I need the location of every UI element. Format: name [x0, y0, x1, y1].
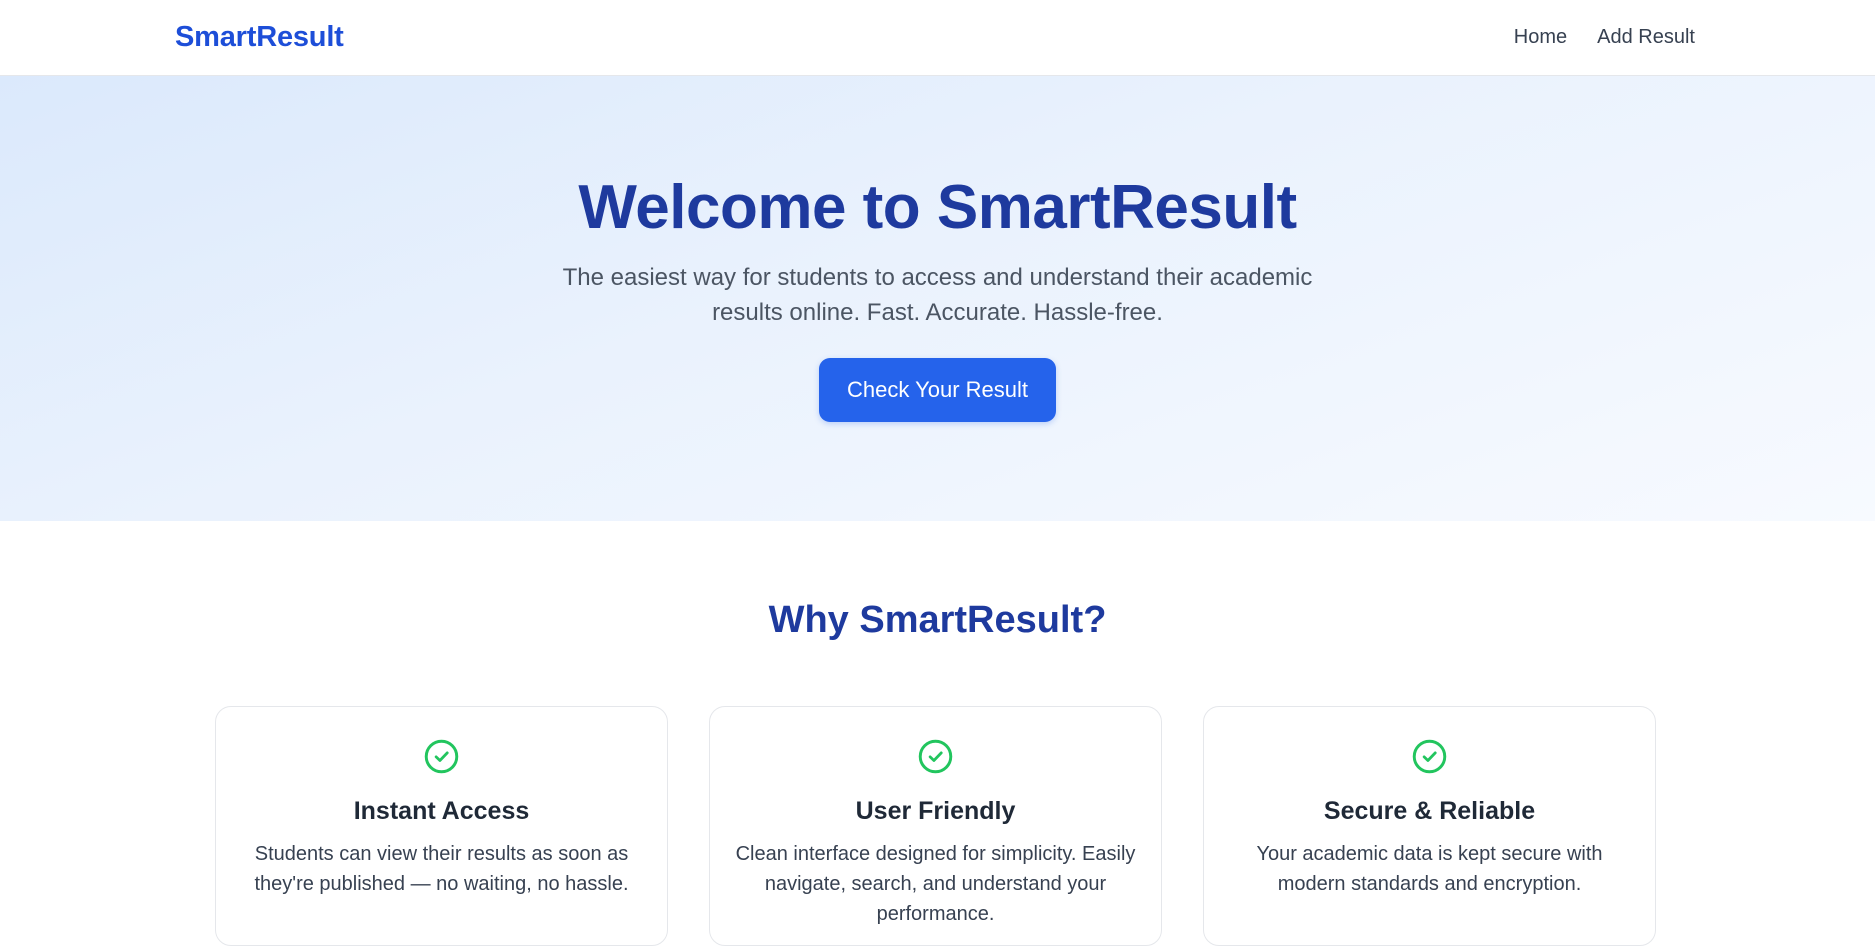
navbar: SmartResult Home Add Result	[0, 0, 1875, 76]
hero-section: Welcome to SmartResult The easiest way f…	[0, 76, 1875, 521]
check-result-button[interactable]: Check Your Result	[819, 358, 1056, 423]
feature-card-title: User Friendly	[855, 797, 1016, 825]
feature-card-user-friendly: User Friendly Clean interface designed f…	[709, 706, 1162, 946]
hero-subtitle: The easiest way for students to access a…	[562, 264, 1313, 327]
feature-card-text: Students can view their results as soon …	[254, 843, 629, 895]
feature-card-instant-access: Instant Access Students can view their r…	[215, 706, 668, 946]
check-circle-icon	[1412, 739, 1447, 774]
nav-link-add-result[interactable]: Add Result	[1597, 26, 1695, 49]
feature-card-text: Clean interface designed for simplicity.…	[735, 843, 1136, 925]
check-circle-icon	[424, 739, 459, 774]
feature-cards: Instant Access Students can view their r…	[215, 706, 1656, 946]
nav-link-home[interactable]: Home	[1514, 26, 1567, 49]
brand-logo[interactable]: SmartResult	[175, 21, 344, 54]
feature-card-title: Instant Access	[353, 797, 530, 825]
hero-title: Welcome to SmartResult	[578, 173, 1297, 242]
check-circle-icon	[918, 739, 953, 774]
feature-card-secure-reliable: Secure & Reliable Your academic data is …	[1203, 706, 1656, 946]
features-section: Why SmartResult? Instant Access Students…	[0, 521, 1875, 946]
feature-card-text: Your academic data is kept secure with m…	[1256, 843, 1603, 895]
feature-card-title: Secure & Reliable	[1323, 797, 1536, 825]
features-title: Why SmartResult?	[768, 599, 1107, 641]
nav-links: Home Add Result	[1514, 26, 1695, 49]
